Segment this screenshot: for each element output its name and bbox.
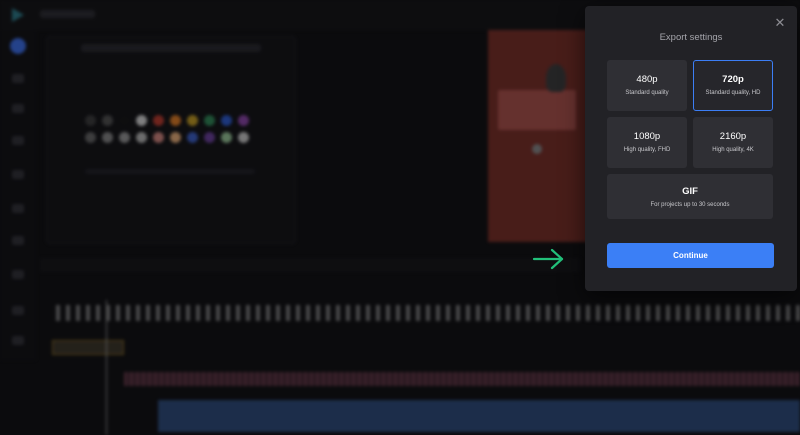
preview-figure [546, 64, 566, 92]
option-720p[interactable]: 720p Standard quality, HD [693, 60, 773, 111]
timeline-ruler [56, 305, 800, 321]
close-icon[interactable]: ✕ [773, 16, 787, 30]
media-tabs [81, 44, 261, 52]
video-preview [488, 30, 588, 242]
option-title: GIF [682, 186, 698, 197]
option-2160p[interactable]: 2160p High quality, 4K [693, 117, 773, 168]
option-title: 1080p [633, 131, 661, 142]
option-title: 2160p [719, 131, 747, 142]
timeline-audio-track [124, 372, 800, 386]
option-gif[interactable]: GIF For projects up to 30 seconds [607, 174, 773, 219]
timeline-text-clip [52, 340, 124, 355]
project-name-placeholder [40, 10, 95, 18]
rail-icon [12, 104, 24, 113]
timeline-toolbar [40, 258, 580, 272]
rail-icon [12, 204, 24, 213]
rail-icon [12, 74, 24, 83]
left-rail [0, 30, 36, 360]
option-title: 480p [636, 74, 658, 85]
panel-divider [85, 169, 255, 174]
option-subtitle: For projects up to 30 seconds [650, 202, 730, 208]
rail-icon [12, 270, 24, 279]
option-480p[interactable]: 480p Standard quality [607, 60, 687, 111]
rail-icon [12, 136, 24, 145]
option-subtitle: High quality, 4K [712, 147, 754, 153]
option-subtitle: Standard quality, HD [705, 89, 761, 96]
rail-icon [12, 170, 24, 179]
rail-icon [12, 336, 24, 345]
timeline-video-track [158, 400, 800, 432]
option-subtitle: Standard quality [625, 90, 669, 96]
option-title: 720p [722, 73, 744, 85]
option-1080p[interactable]: 1080p High quality, FHD [607, 117, 687, 168]
preview-handle [532, 144, 542, 154]
color-swatches [85, 132, 249, 143]
option-subtitle: High quality, FHD [623, 147, 671, 153]
preview-text-box [498, 90, 576, 130]
media-panel [46, 36, 296, 244]
rail-icon [12, 306, 24, 315]
arrow-right-icon [532, 248, 564, 270]
rail-icon [12, 236, 24, 245]
app-logo-icon [12, 8, 24, 22]
export-settings-dialog: Export settings ✕ 480p Standard quality … [585, 6, 797, 291]
timeline-playhead [106, 300, 107, 435]
color-swatches [85, 115, 249, 126]
user-avatar-icon [10, 38, 26, 54]
dialog-title: Export settings [659, 32, 723, 43]
continue-button[interactable]: Continue [607, 243, 774, 268]
